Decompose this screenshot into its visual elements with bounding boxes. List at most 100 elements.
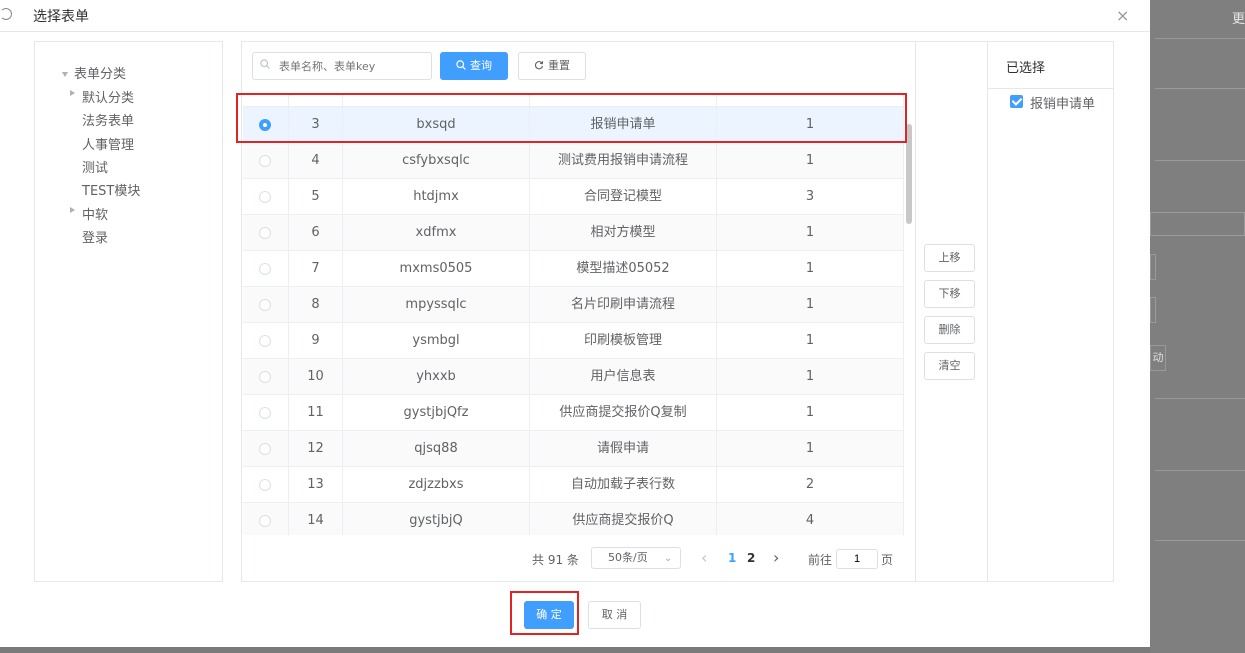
- tree-item[interactable]: TEST模块: [82, 180, 140, 199]
- next-page-button[interactable]: ›: [773, 548, 779, 567]
- row-radio[interactable]: [259, 227, 271, 239]
- form-name: 自动加载子表行数: [530, 467, 717, 503]
- radio-cell: [243, 143, 289, 179]
- row-radio[interactable]: [259, 299, 271, 311]
- move-down-button[interactable]: 下移: [924, 280, 975, 308]
- total-count: 共 91 条: [532, 553, 579, 567]
- row-radio[interactable]: [259, 155, 271, 167]
- page-1-button[interactable]: 1: [728, 551, 736, 565]
- pagination: 共 91 条 50条/页 ⌄ ‹ 1 2 › 前往 页: [242, 544, 917, 572]
- tree-item[interactable]: 登录: [82, 227, 108, 246]
- tree-item[interactable]: 测试: [82, 157, 108, 176]
- row-radio[interactable]: [259, 263, 271, 275]
- chevron-right-icon[interactable]: [70, 90, 75, 96]
- selected-item-label: 报销申请单: [1030, 97, 1096, 112]
- form-version: 1: [717, 431, 904, 467]
- selected-item-checkbox[interactable]: [1010, 95, 1023, 108]
- divider: [988, 88, 1113, 89]
- form-version: 1: [717, 107, 904, 143]
- table-row[interactable]: 10 yhxxb 用户信息表 1: [243, 359, 904, 395]
- radio-cell: [243, 215, 289, 251]
- form-table: 3 bxsqd 报销申请单 1 4 csfybxsqlc 测试费用报销申请流程 1 5 htdjm…: [243, 94, 904, 535]
- row-radio[interactable]: [259, 407, 271, 419]
- form-version: 1: [717, 323, 904, 359]
- table-row[interactable]: 6 xdfmx 相对方模型 1: [243, 215, 904, 251]
- row-number: 9: [289, 323, 343, 359]
- form-version: 1: [717, 251, 904, 287]
- chevron-down-icon[interactable]: [62, 72, 68, 77]
- clear-button[interactable]: 清空: [924, 352, 975, 380]
- chevron-down-icon: ⌄: [664, 553, 673, 564]
- delete-button[interactable]: 删除: [924, 316, 975, 344]
- row-radio[interactable]: [259, 371, 271, 383]
- dialog-title: 选择表单: [33, 9, 89, 25]
- search-input[interactable]: [252, 52, 432, 80]
- confirm-button[interactable]: 确 定: [524, 601, 574, 629]
- table-row[interactable]: 3 bxsqd 报销申请单 1: [243, 107, 904, 143]
- background-divider: [1155, 470, 1245, 471]
- reset-button-label: 重置: [548, 59, 570, 72]
- search-icon: [260, 59, 270, 69]
- form-version: 1: [717, 287, 904, 323]
- table-row[interactable]: 5 htdjmx 合同登记模型 3: [243, 179, 904, 215]
- row-radio[interactable]: [259, 119, 271, 131]
- row-radio[interactable]: [259, 443, 271, 455]
- form-version: 1: [717, 143, 904, 179]
- form-key: xdfmx: [343, 215, 530, 251]
- search-icon: [456, 60, 466, 70]
- form-name: 请假申请: [530, 431, 717, 467]
- tree-item[interactable]: 人事管理: [82, 134, 134, 153]
- table-row[interactable]: 4 csfybxsqlc 测试费用报销申请流程 1: [243, 143, 904, 179]
- goto-page-input[interactable]: [836, 549, 878, 569]
- category-tree: 表单分类 默认分类 法务表单 人事管理 测试 TEST模块 中软 登录: [34, 41, 223, 582]
- table-row[interactable]: 7 mxms0505 模型描述05052 1: [243, 251, 904, 287]
- table-scrollbar[interactable]: [906, 124, 912, 224]
- page-size-select[interactable]: 50条/页 ⌄: [591, 547, 681, 569]
- form-name: 供应商提交报价Q复制: [530, 395, 717, 431]
- move-up-button[interactable]: 上移: [924, 244, 975, 272]
- prev-page-button[interactable]: ‹: [701, 548, 707, 567]
- row-radio[interactable]: [259, 191, 271, 203]
- table-row[interactable]: 9 ysmbgl 印刷模板管理 1: [243, 323, 904, 359]
- form-version: 1: [717, 359, 904, 395]
- form-name: 相对方模型: [530, 215, 717, 251]
- background-input: [1150, 254, 1156, 280]
- tree-root[interactable]: 表单分类: [74, 63, 126, 82]
- background-divider: [1155, 88, 1245, 89]
- row-number: 3: [289, 107, 343, 143]
- table-row[interactable]: 14 gystjbjQ 供应商提交报价Q 4: [243, 503, 904, 535]
- row-number: 12: [289, 431, 343, 467]
- query-button-label: 查询: [470, 59, 492, 72]
- chevron-right-icon[interactable]: [70, 207, 75, 213]
- table-row[interactable]: 12 qjsq88 请假申请 1: [243, 431, 904, 467]
- background-page: 更 动: [1150, 0, 1245, 653]
- query-button[interactable]: 查询: [440, 52, 508, 80]
- table-row[interactable]: 8 mpyssqlc 名片印刷申请流程 1: [243, 287, 904, 323]
- cancel-button[interactable]: 取 消: [588, 601, 641, 629]
- form-key: gystjbjQ: [343, 503, 530, 535]
- row-radio[interactable]: [259, 515, 271, 527]
- page-2-button[interactable]: 2: [747, 551, 755, 565]
- background-edge-text: 更: [1232, 12, 1245, 27]
- table-row[interactable]: 11 gystjbjQfz 供应商提交报价Q复制 1: [243, 395, 904, 431]
- row-radio[interactable]: [259, 335, 271, 347]
- form-key: csfybxsqlc: [343, 143, 530, 179]
- row-number: 14: [289, 503, 343, 535]
- form-name: 合同登记模型: [530, 179, 717, 215]
- table-row[interactable]: 13 zdjzzbxs 自动加载子表行数 2: [243, 467, 904, 503]
- form-key: mxms0505: [343, 251, 530, 287]
- form-version: 1: [717, 395, 904, 431]
- tree-item[interactable]: 默认分类: [82, 87, 134, 106]
- tree-item[interactable]: 中软: [82, 204, 108, 223]
- form-key: yhxxb: [343, 359, 530, 395]
- tree-item[interactable]: 法务表单: [82, 110, 134, 129]
- close-icon[interactable]: ×: [1116, 6, 1129, 25]
- form-name: 供应商提交报价Q: [530, 503, 717, 535]
- row-number: 13: [289, 467, 343, 503]
- reset-button[interactable]: 重置: [518, 52, 586, 80]
- row-number: 4: [289, 143, 343, 179]
- selected-panel: 已选择 报销申请单: [987, 41, 1114, 582]
- radio-cell: [243, 179, 289, 215]
- row-number: 5: [289, 179, 343, 215]
- row-radio[interactable]: [259, 479, 271, 491]
